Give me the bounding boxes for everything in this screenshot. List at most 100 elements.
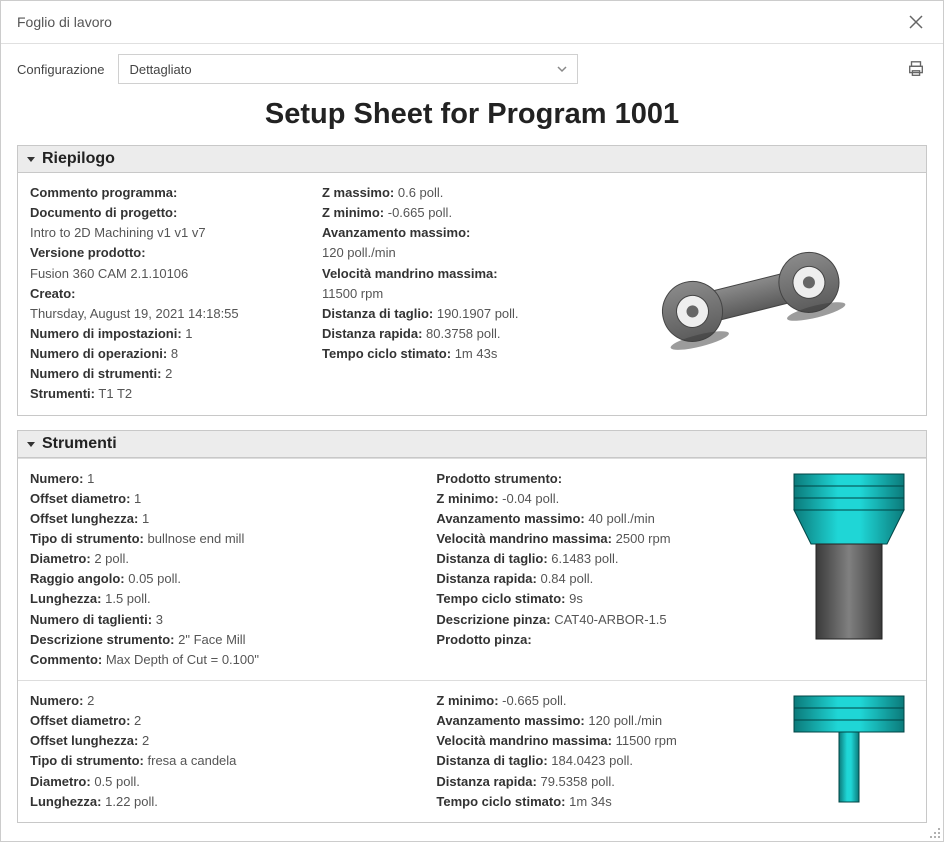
toolbar: Configurazione Dettagliato — [1, 44, 943, 92]
label: Prodotto strumento: — [436, 471, 562, 486]
tools-title: Strumenti — [42, 435, 117, 453]
tool-image-col — [784, 469, 914, 670]
value: 80.3758 poll. — [426, 326, 500, 341]
value: 1m 43s — [455, 346, 498, 361]
label: Lunghezza: — [30, 591, 102, 606]
label: Documento di progetto: — [30, 205, 177, 220]
value: 2 — [134, 713, 141, 728]
toolbar-left: Configurazione Dettagliato — [17, 54, 578, 84]
value: Intro to 2D Machining v1 v1 v7 — [30, 223, 298, 243]
label: Velocità mandrino massima: — [322, 266, 498, 281]
value: 2 poll. — [94, 551, 129, 566]
summary-panel: Riepilogo Commento programma: Documento … — [17, 145, 927, 416]
label: Numero: — [30, 471, 83, 486]
close-button[interactable] — [905, 11, 927, 33]
value: 120 poll./min — [588, 713, 662, 728]
label: Diametro: — [30, 774, 91, 789]
tool-image — [784, 691, 914, 811]
value: 190.1907 poll. — [437, 306, 519, 321]
tool-image — [784, 469, 914, 649]
value: -0.04 poll. — [502, 491, 559, 506]
value: CAT40-ARBOR-1.5 — [554, 612, 666, 627]
label: Distanza rapida: — [436, 774, 536, 789]
label: Numero di taglienti: — [30, 612, 152, 627]
value: Thursday, August 19, 2021 14:18:55 — [30, 304, 298, 324]
value: 11500 rpm — [616, 733, 677, 748]
label: Velocità mandrino massima: — [436, 733, 612, 748]
label: Tempo ciclo stimato: — [436, 591, 565, 606]
label: Numero di strumenti: — [30, 366, 161, 381]
tool-row: Numero: 1 Offset diametro: 1 Offset lung… — [18, 458, 926, 680]
value: 1.5 poll. — [105, 591, 151, 606]
caret-down-icon — [26, 439, 36, 449]
value: -0.665 poll. — [388, 205, 452, 220]
label: Avanzamento massimo: — [322, 225, 470, 240]
close-icon — [908, 14, 924, 30]
label: Distanza di taglio: — [322, 306, 433, 321]
value: 1 — [142, 511, 149, 526]
titlebar: Foglio di lavoro — [1, 1, 943, 44]
chevron-down-icon — [557, 64, 567, 74]
label: Commento: — [30, 652, 102, 667]
summary-col-2: Z massimo: 0.6 poll. Z minimo: -0.665 po… — [322, 183, 562, 405]
value: 2 — [87, 693, 94, 708]
print-button[interactable] — [905, 58, 927, 80]
label: Strumenti: — [30, 386, 95, 401]
value: 40 poll./min — [588, 511, 654, 526]
content-area: Setup Sheet for Program 1001 Riepilogo C… — [1, 92, 943, 832]
label: Z minimo: — [322, 205, 384, 220]
resize-grip[interactable] — [926, 824, 942, 840]
config-dropdown-value: Dettagliato — [129, 62, 191, 77]
tool-col-1: Numero: 2 Offset diametro: 2 Offset lung… — [30, 691, 412, 812]
value: 0.5 poll. — [94, 774, 140, 789]
label: Offset lunghezza: — [30, 733, 138, 748]
label: Avanzamento massimo: — [436, 511, 584, 526]
label: Z massimo: — [322, 185, 394, 200]
label: Tipo di strumento: — [30, 753, 144, 768]
value: 120 poll./min — [322, 243, 562, 263]
value: 2" Face Mill — [178, 632, 245, 647]
value: Fusion 360 CAM 2.1.10106 — [30, 264, 298, 284]
value: 8 — [171, 346, 178, 361]
label: Offset lunghezza: — [30, 511, 138, 526]
value: 1 — [185, 326, 192, 341]
tools-header[interactable]: Strumenti — [18, 431, 926, 458]
label: Raggio angolo: — [30, 571, 125, 586]
value: 3 — [156, 612, 163, 627]
value: T1 T2 — [98, 386, 132, 401]
label: Diametro: — [30, 551, 91, 566]
value: 1m 34s — [569, 794, 612, 809]
value: 2500 rpm — [616, 531, 671, 546]
label: Offset diametro: — [30, 491, 130, 506]
label: Velocità mandrino massima: — [436, 531, 612, 546]
label: Prodotto pinza: — [436, 632, 531, 647]
label: Z minimo: — [436, 693, 498, 708]
value: 9s — [569, 591, 583, 606]
label: Numero di operazioni: — [30, 346, 167, 361]
label: Z minimo: — [436, 491, 498, 506]
label: Distanza rapida: — [322, 326, 422, 341]
value: 184.0423 poll. — [551, 753, 633, 768]
summary-title: Riepilogo — [42, 150, 115, 168]
label: Descrizione strumento: — [30, 632, 174, 647]
label: Offset diametro: — [30, 713, 130, 728]
value: -0.665 poll. — [502, 693, 566, 708]
label: Distanza di taglio: — [436, 551, 547, 566]
label: Distanza rapida: — [436, 571, 536, 586]
tool-col-2: Z minimo: -0.665 poll. Avanzamento massi… — [436, 691, 760, 812]
label: Distanza di taglio: — [436, 753, 547, 768]
summary-header[interactable]: Riepilogo — [18, 146, 926, 173]
summary-col-1: Commento programma: Documento di progett… — [30, 183, 298, 405]
value: 6.1483 poll. — [551, 551, 618, 566]
summary-body: Commento programma: Documento di progett… — [18, 173, 926, 415]
part-image — [635, 224, 865, 364]
label: Numero: — [30, 693, 83, 708]
label: Numero di impostazioni: — [30, 326, 182, 341]
value: Max Depth of Cut = 0.100" — [106, 652, 259, 667]
label: Avanzamento massimo: — [436, 713, 584, 728]
config-dropdown[interactable]: Dettagliato — [118, 54, 578, 84]
value: 1.22 poll. — [105, 794, 158, 809]
label: Descrizione pinza: — [436, 612, 550, 627]
value: 1 — [134, 491, 141, 506]
caret-down-icon — [26, 154, 36, 164]
